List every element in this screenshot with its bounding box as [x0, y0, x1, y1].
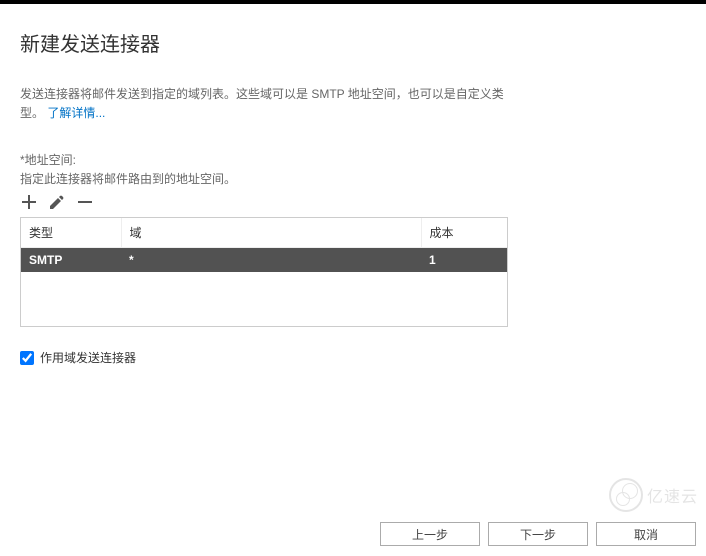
- next-button[interactable]: 下一步: [488, 522, 588, 546]
- minus-icon: [78, 195, 92, 209]
- description-text: 发送连接器将邮件发送到指定的域列表。这些域可以是 SMTP 地址空间，也可以是自…: [20, 85, 520, 123]
- remove-button[interactable]: [76, 193, 94, 211]
- watermark: 亿速云: [609, 478, 698, 512]
- address-space-table: 类型 域 成本 SMTP * 1: [20, 217, 508, 327]
- cell-type: SMTP: [21, 248, 121, 273]
- table-row[interactable]: SMTP * 1: [21, 248, 507, 273]
- table-toolbar: [20, 193, 686, 211]
- back-button[interactable]: 上一步: [380, 522, 480, 546]
- address-space-sub: 指定此连接器将邮件路由到的地址空间。: [20, 170, 686, 187]
- scoped-connector-checkbox-row[interactable]: 作用域发送连接器: [20, 349, 686, 366]
- main-content: 新建发送连接器 发送连接器将邮件发送到指定的域列表。这些域可以是 SMTP 地址…: [0, 4, 706, 366]
- add-button[interactable]: [20, 193, 38, 211]
- pencil-icon: [50, 195, 64, 209]
- plus-icon: [22, 195, 36, 209]
- learn-more-link[interactable]: 了解详情...: [47, 106, 105, 120]
- scoped-connector-label: 作用域发送连接器: [40, 349, 136, 366]
- footer-buttons: 上一步 下一步 取消: [380, 522, 696, 546]
- address-space-label: *地址空间:: [20, 151, 686, 168]
- watermark-text: 亿速云: [647, 483, 698, 507]
- page-title: 新建发送连接器: [20, 28, 686, 57]
- table-header-row: 类型 域 成本: [21, 218, 507, 248]
- watermark-logo-icon: [609, 478, 643, 512]
- col-header-type[interactable]: 类型: [21, 218, 121, 248]
- cell-cost: 1: [421, 248, 507, 273]
- cancel-button[interactable]: 取消: [596, 522, 696, 546]
- cell-domain: *: [121, 248, 421, 273]
- col-header-cost[interactable]: 成本: [421, 218, 507, 248]
- scoped-connector-checkbox[interactable]: [20, 351, 34, 365]
- col-header-domain[interactable]: 域: [121, 218, 421, 248]
- edit-button[interactable]: [48, 193, 66, 211]
